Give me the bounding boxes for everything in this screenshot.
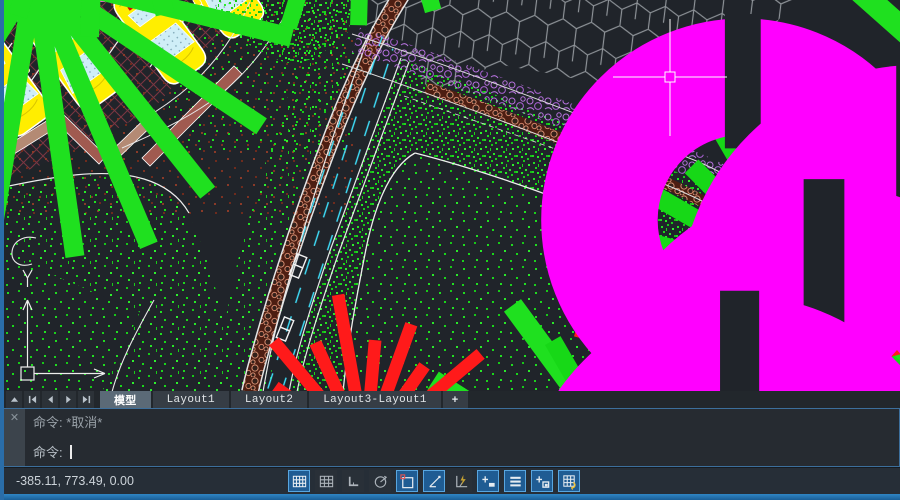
tab-layout3-layout1[interactable]: Layout3-Layout1 [309, 391, 441, 408]
command-panel-gutter: ✕ [4, 409, 25, 466]
grid-display-toggle[interactable] [315, 470, 337, 492]
layouts-prev-button[interactable] [42, 391, 58, 408]
close-command-panel-icon[interactable]: ✕ [10, 413, 19, 466]
command-line-panel: ✕ 命令: *取消* 命令: [4, 408, 900, 467]
drawing-canvas [4, 0, 900, 391]
layouts-up-button[interactable] [6, 391, 22, 408]
selection-cycling-toggle[interactable] [558, 470, 580, 492]
cursor-coordinates: -385.11, 773.49, 0.00 [4, 474, 152, 488]
command-prompt-label: 命令: [33, 442, 63, 461]
status-bar: -385.11, 773.49, 0.00 [4, 467, 900, 494]
snap-toggle[interactable] [288, 470, 310, 492]
polar-tracking-toggle[interactable] [369, 470, 391, 492]
command-line-toggle[interactable] [504, 470, 526, 492]
ortho-toggle[interactable] [342, 470, 364, 492]
command-history-line: 命令: *取消* [33, 412, 891, 430]
lineweight-toggle[interactable] [477, 470, 499, 492]
drawing-viewport[interactable] [4, 0, 900, 391]
cad-application-window: 模型Layout1Layout2Layout3-Layout1+ ✕ 命令: *… [0, 0, 900, 500]
layouts-first-button[interactable] [24, 391, 40, 408]
window-bottom-border [4, 494, 900, 500]
tab-layout1[interactable]: Layout1 [153, 391, 229, 408]
layout-nav-buttons [4, 391, 94, 408]
tab-model[interactable]: 模型 [100, 391, 151, 408]
text-cursor [70, 445, 72, 459]
tab-add-layout[interactable]: + [443, 391, 468, 408]
command-history[interactable]: 命令: *取消* 命令: [25, 409, 899, 466]
tab-layout2[interactable]: Layout2 [231, 391, 307, 408]
command-prompt-line[interactable]: 命令: [33, 442, 891, 461]
object-snap-toggle[interactable] [396, 470, 418, 492]
layout-tab-bar: 模型Layout1Layout2Layout3-Layout1+ [4, 391, 900, 408]
layout-tabs: 模型Layout1Layout2Layout3-Layout1+ [100, 391, 468, 408]
status-toggles [288, 470, 580, 492]
layouts-next-button[interactable] [60, 391, 76, 408]
object-snap-tracking-toggle[interactable] [423, 470, 445, 492]
layouts-last-button[interactable] [78, 391, 94, 408]
dynamic-input-toggle[interactable] [450, 470, 472, 492]
quick-properties-toggle[interactable] [531, 470, 553, 492]
